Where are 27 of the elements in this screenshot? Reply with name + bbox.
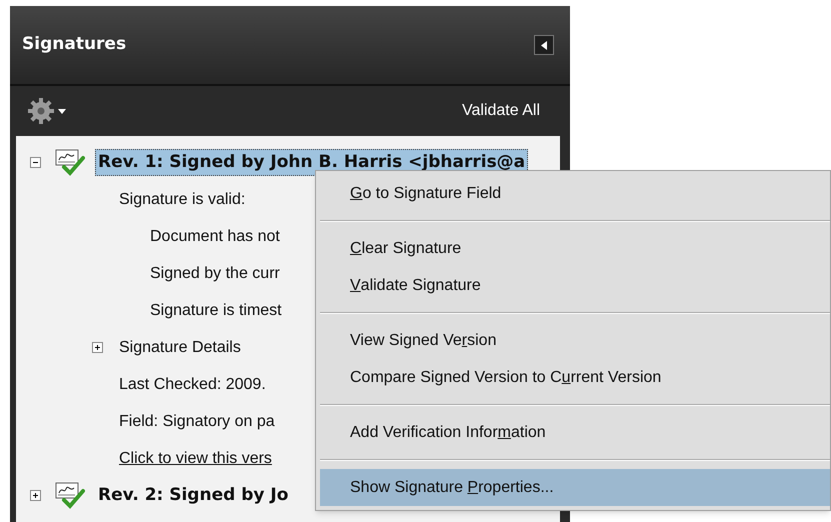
collapse-toggle-icon[interactable] xyxy=(30,157,41,168)
panel-title: Signatures xyxy=(22,33,126,56)
tree-item-label: Field: Signatory on pa xyxy=(118,412,276,432)
expand-toggle-icon[interactable] xyxy=(92,342,103,353)
menu-item[interactable]: View Signed Version xyxy=(320,322,830,359)
caret-icon xyxy=(58,108,66,114)
menu-item[interactable]: Validate Signature xyxy=(320,267,830,304)
left-triangle-icon xyxy=(541,40,547,50)
view-version-link[interactable]: Click to view this vers xyxy=(117,446,274,470)
signed-document-check-icon xyxy=(55,482,85,510)
menu-item[interactable]: Clear Signature xyxy=(320,230,830,267)
collapse-button[interactable] xyxy=(534,35,554,55)
expand-toggle-icon[interactable] xyxy=(30,490,41,501)
options-menu-button[interactable] xyxy=(28,98,66,124)
signed-document-check-icon xyxy=(55,148,85,176)
menu-item[interactable]: Go to Signature Field xyxy=(320,175,830,212)
tree-item-label: Signature is valid: xyxy=(118,190,246,210)
menu-item[interactable]: Compare Signed Version to Current Version xyxy=(320,359,830,396)
tree-item-label: Last Checked: 2009. xyxy=(118,374,267,394)
menu-item[interactable]: Show Signature Properties... xyxy=(320,469,830,506)
validate-all-button[interactable]: Validate All xyxy=(462,99,540,123)
tree-item-label: Signed by the curr xyxy=(149,264,281,284)
signature-revision-label[interactable]: Rev. 2: Signed by Jo xyxy=(95,482,292,510)
tree-item-label[interactable]: Signature Details xyxy=(117,336,243,360)
tree-item-label: Document has not xyxy=(149,226,281,246)
menu-item[interactable]: Add Verification Information xyxy=(320,414,830,451)
tree-item-label: Signature is timest xyxy=(149,300,283,320)
